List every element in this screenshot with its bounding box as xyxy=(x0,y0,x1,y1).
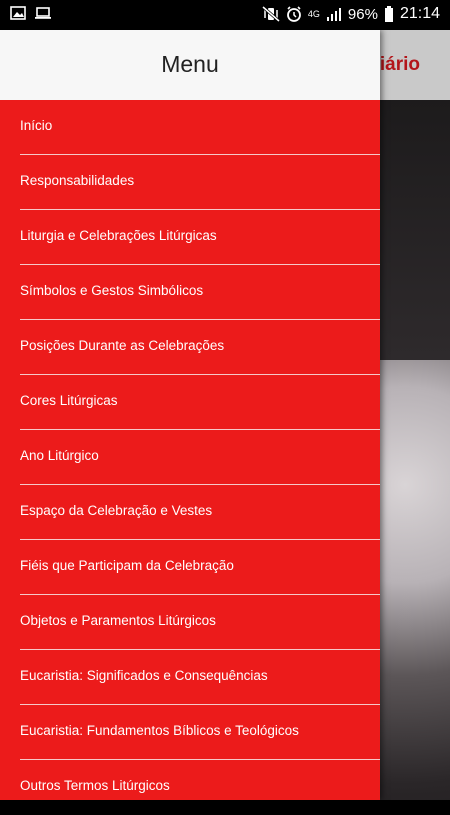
menu-item-label: Ano Litúrgico xyxy=(20,448,99,463)
menu-list: Início Responsabilidades Liturgia e Cele… xyxy=(0,100,380,815)
status-bar: 4G 96% 21:14 xyxy=(0,0,450,30)
menu-item-responsabilidades[interactable]: Responsabilidades xyxy=(0,155,380,210)
alarm-icon xyxy=(286,6,302,22)
menu-item-fieis[interactable]: Fiéis que Participam da Celebração xyxy=(0,540,380,595)
menu-item-label: Liturgia e Celebrações Litúrgicas xyxy=(20,228,217,243)
battery-icon xyxy=(384,6,394,22)
menu-item-liturgia[interactable]: Liturgia e Celebrações Litúrgicas xyxy=(0,210,380,265)
menu-item-label: Outros Termos Litúrgicos xyxy=(20,778,170,793)
menu-item-label: Símbolos e Gestos Simbólicos xyxy=(20,283,204,298)
menu-item-inicio[interactable]: Início xyxy=(0,100,380,155)
signal-icon xyxy=(326,7,342,21)
status-right: 4G 96% 21:14 xyxy=(261,5,440,23)
menu-item-label: Início xyxy=(20,118,53,133)
clock: 21:14 xyxy=(399,5,440,22)
network-type: 4G xyxy=(307,8,320,19)
menu-item-eucaristia-fundamentos[interactable]: Eucaristia: Fundamentos Bíblicos e Teoló… xyxy=(0,705,380,760)
menu-item-label: Espaço da Celebração e Vestes xyxy=(20,503,213,518)
menu-item-label: Responsabilidades xyxy=(20,173,135,188)
app-title: iário xyxy=(379,54,420,75)
menu-item-objetos[interactable]: Objetos e Paramentos Litúrgicos xyxy=(0,595,380,650)
menu-item-eucaristia-significados[interactable]: Eucaristia: Significados e Consequências xyxy=(0,650,380,705)
menu-item-label: Cores Litúrgicas xyxy=(20,393,118,408)
menu-item-simbolos[interactable]: Símbolos e Gestos Simbólicos xyxy=(0,265,380,320)
menu-item-label: Eucaristia: Fundamentos Bíblicos e Teoló… xyxy=(20,723,299,738)
navigation-drawer: Menu Início Responsabilidades Liturgia e… xyxy=(0,30,380,800)
drawer-header: Menu xyxy=(0,30,380,100)
menu-item-label: Fiéis que Participam da Celebração xyxy=(20,558,234,573)
menu-item-cores[interactable]: Cores Litúrgicas xyxy=(0,375,380,430)
laptop-notification-icon xyxy=(34,6,52,20)
menu-item-espaco[interactable]: Espaço da Celebração e Vestes xyxy=(0,485,380,540)
drawer-title: Menu xyxy=(161,51,219,77)
menu-item-outros-termos[interactable]: Outros Termos Litúrgicos xyxy=(0,760,380,815)
image-notification-icon xyxy=(10,6,26,20)
menu-item-label: Eucaristia: Significados e Consequências xyxy=(20,668,268,683)
status-left xyxy=(10,6,52,20)
background-image-shade xyxy=(380,100,450,360)
menu-item-label: Posições Durante as Celebrações xyxy=(20,338,225,353)
vibrate-mute-icon xyxy=(261,6,280,22)
battery-percent: 96% xyxy=(347,5,378,23)
menu-item-ano-liturgico[interactable]: Ano Litúrgico xyxy=(0,430,380,485)
menu-item-label: Objetos e Paramentos Litúrgicos xyxy=(20,613,216,628)
menu-item-posicoes[interactable]: Posições Durante as Celebrações xyxy=(0,320,380,375)
